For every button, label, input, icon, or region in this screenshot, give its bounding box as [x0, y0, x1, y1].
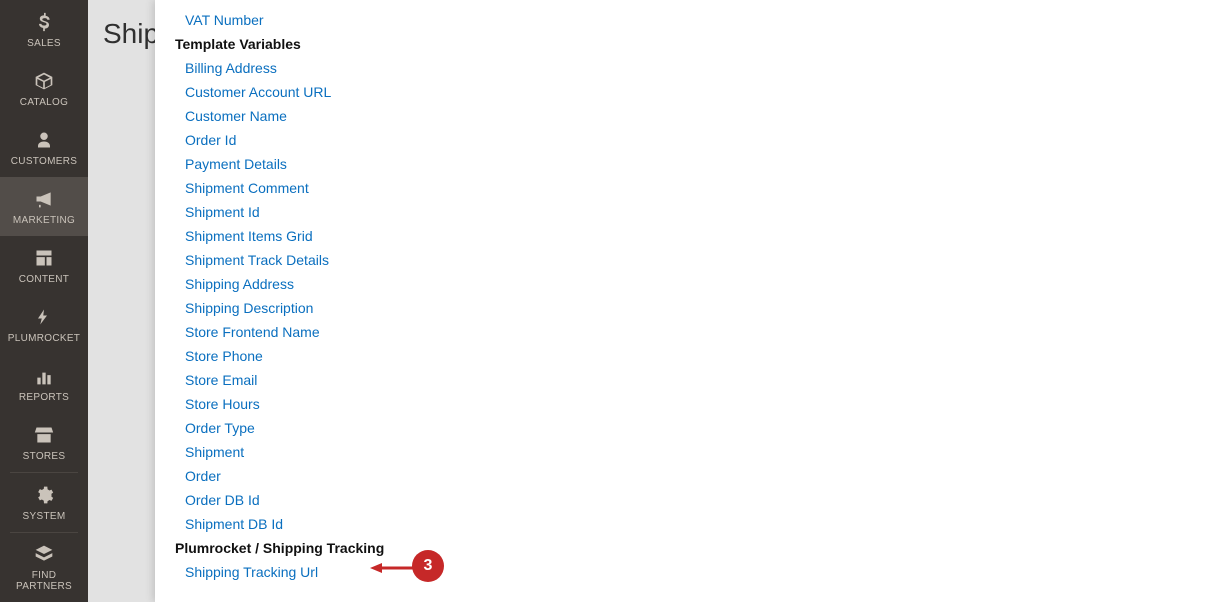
variable-link[interactable]: Store Hours: [175, 392, 1186, 416]
nav-item-catalog[interactable]: CATALOG: [0, 59, 88, 118]
modal-content: VAT NumberTemplate VariablesBilling Addr…: [155, 8, 1206, 602]
nav-label: SALES: [4, 38, 84, 49]
variable-link[interactable]: Store Email: [175, 368, 1186, 392]
nav-item-reports[interactable]: REPORTS: [0, 354, 88, 413]
variable-list: VAT NumberTemplate VariablesBilling Addr…: [175, 8, 1186, 584]
variable-link[interactable]: Shipment: [175, 440, 1186, 464]
nav-label: CONTENT: [4, 274, 84, 285]
variable-link[interactable]: Shipping Tracking Url: [175, 560, 1186, 584]
variable-link[interactable]: Order DB Id: [175, 488, 1186, 512]
variable-link[interactable]: Payment Details: [175, 152, 1186, 176]
nav-label: CUSTOMERS: [4, 156, 84, 167]
nav-item-plumrocket[interactable]: PLUMROCKET: [0, 295, 88, 354]
variable-link[interactable]: Shipment Track Details: [175, 248, 1186, 272]
nav-label: MARKETING: [4, 215, 84, 226]
layout-icon: [4, 246, 84, 270]
variable-link[interactable]: Shipment Id: [175, 200, 1186, 224]
gear-icon: [4, 483, 84, 507]
variable-link[interactable]: VAT Number: [175, 8, 1186, 32]
box-icon: [4, 69, 84, 93]
nav-item-sales[interactable]: SALES: [0, 0, 88, 59]
nav-item-customers[interactable]: CUSTOMERS: [0, 118, 88, 177]
variable-link[interactable]: Shipping Address: [175, 272, 1186, 296]
variable-link[interactable]: Order Id: [175, 128, 1186, 152]
nav-item-find-partners[interactable]: FIND PARTNERS: [0, 532, 88, 602]
variable-link[interactable]: Order: [175, 464, 1186, 488]
variable-link[interactable]: Store Phone: [175, 344, 1186, 368]
nav-label: REPORTS: [4, 392, 84, 403]
nav-item-stores[interactable]: STORES: [0, 413, 88, 472]
nav-item-marketing[interactable]: MARKETING: [0, 177, 88, 236]
admin-sidebar: SALES CATALOG CUSTOMERS MARKETING CONTEN…: [0, 0, 88, 602]
variable-link[interactable]: Customer Account URL: [175, 80, 1186, 104]
variable-section-header: Plumrocket / Shipping Tracking: [175, 536, 1186, 560]
variable-section-header: Template Variables: [175, 32, 1186, 56]
nav-label: FIND PARTNERS: [4, 570, 84, 592]
variable-link[interactable]: Shipment DB Id: [175, 512, 1186, 536]
insert-variable-modal: VAT NumberTemplate VariablesBilling Addr…: [155, 0, 1206, 602]
nav-label: STORES: [4, 451, 84, 462]
variable-link[interactable]: Shipment Comment: [175, 176, 1186, 200]
megaphone-icon: [4, 187, 84, 211]
nav-label: CATALOG: [4, 97, 84, 108]
dollar-icon: [4, 10, 84, 34]
person-icon: [4, 128, 84, 152]
store-icon: [4, 423, 84, 447]
plumrocket-icon: [4, 305, 84, 329]
nav-label: SYSTEM: [4, 511, 84, 522]
nav-label: PLUMROCKET: [4, 333, 84, 344]
variable-link[interactable]: Shipment Items Grid: [175, 224, 1186, 248]
bar-chart-icon: [4, 364, 84, 388]
nav-item-system[interactable]: SYSTEM: [0, 473, 88, 532]
variable-link[interactable]: Shipping Description: [175, 296, 1186, 320]
nav-item-content[interactable]: CONTENT: [0, 236, 88, 295]
variable-link[interactable]: Billing Address: [175, 56, 1186, 80]
variable-link[interactable]: Order Type: [175, 416, 1186, 440]
variable-link[interactable]: Store Frontend Name: [175, 320, 1186, 344]
handshake-icon: [4, 542, 84, 566]
variable-link[interactable]: Customer Name: [175, 104, 1186, 128]
